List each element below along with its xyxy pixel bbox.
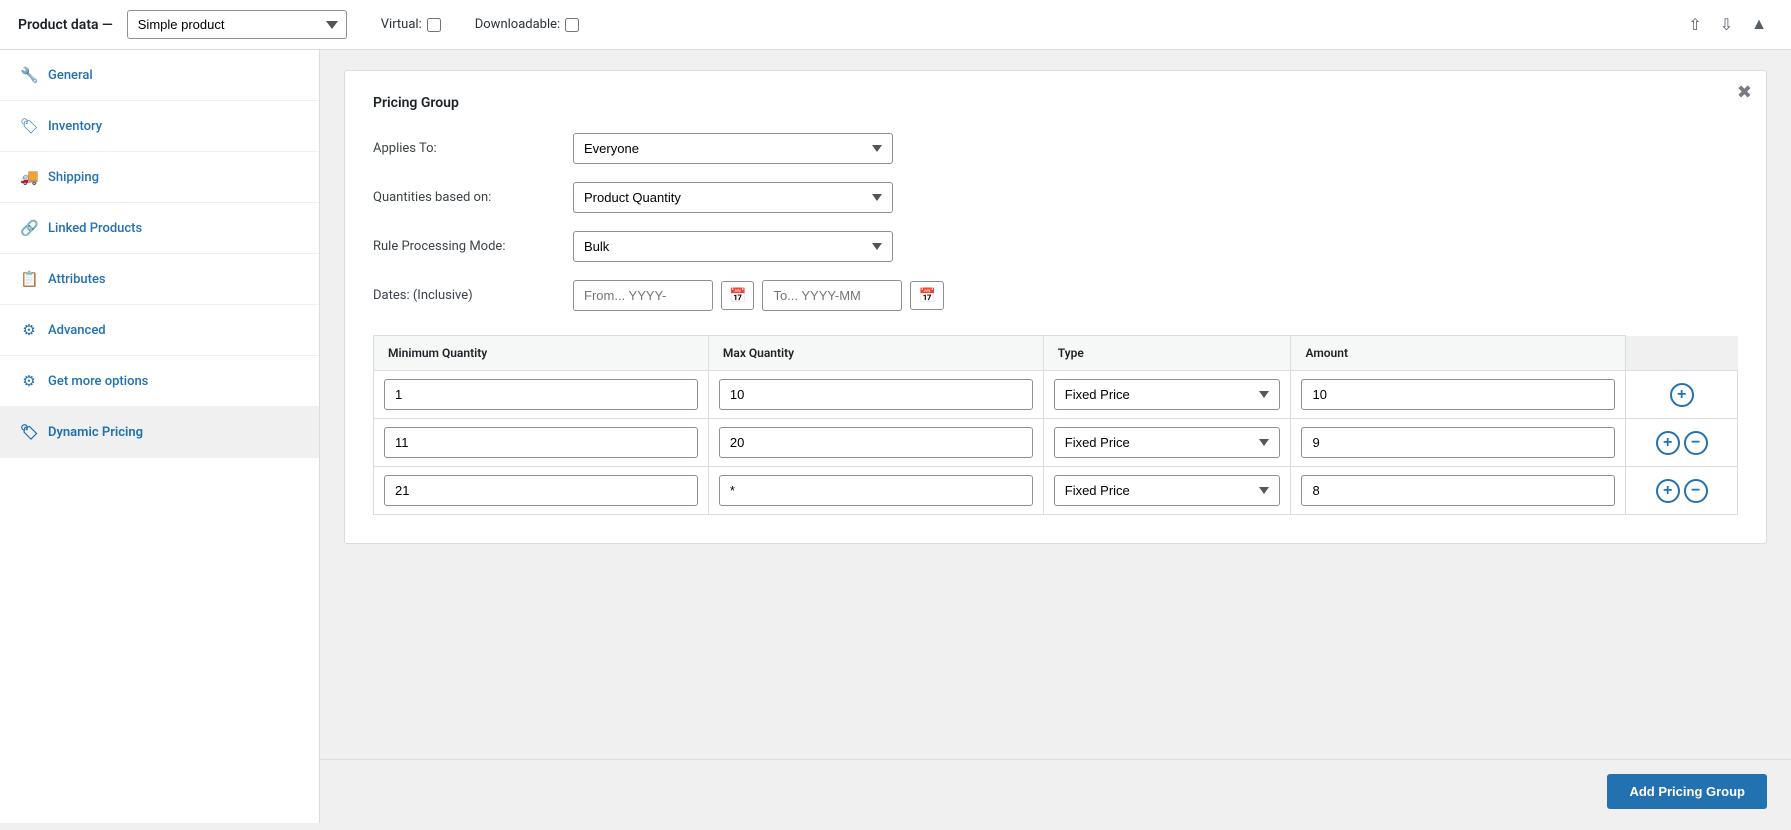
sidebar-label-linked-products: Linked Products: [48, 221, 142, 236]
add-row-button[interactable]: +: [1670, 383, 1694, 407]
row-actions: +−: [1636, 431, 1727, 455]
type-select[interactable]: Fixed PricePercentagePrice Adjustment: [1054, 475, 1281, 506]
row-actions: +: [1636, 383, 1727, 407]
applies-to-row: Applies To: Everyone Specific Roles Spec…: [373, 133, 1738, 164]
add-row-button[interactable]: +: [1656, 479, 1680, 503]
advanced-icon: ⚙: [20, 321, 38, 339]
downloadable-label: Downloadable:: [475, 17, 560, 32]
sidebar: 🔧 General 🏷 Inventory 🚚 Shipping 🔗 Linke…: [0, 50, 320, 823]
type-select[interactable]: Fixed PricePercentagePrice Adjustment: [1054, 427, 1281, 458]
remove-row-button[interactable]: −: [1684, 479, 1708, 503]
row-actions: +−: [1636, 479, 1727, 503]
arrow-down-button[interactable]: ⇩: [1714, 13, 1739, 37]
add-pricing-group-button[interactable]: Add Pricing Group: [1607, 774, 1767, 809]
quantities-select[interactable]: Product Quantity Cart Quantity: [573, 182, 893, 213]
col-type: Type: [1043, 336, 1291, 371]
sidebar-item-general[interactable]: 🔧 General: [0, 50, 319, 101]
col-actions: [1626, 336, 1738, 371]
bottom-bar: Add Pricing Group: [320, 759, 1791, 823]
link-icon: 🔗: [20, 219, 38, 237]
row-actions-cell: +−: [1626, 467, 1738, 515]
quantities-label: Quantities based on:: [373, 190, 573, 205]
pricing-group-card: Pricing Group ✖ Applies To: Everyone Spe…: [344, 70, 1767, 544]
add-row-button[interactable]: +: [1656, 431, 1680, 455]
amount-input[interactable]: [1301, 379, 1615, 410]
pricing-table: Minimum Quantity Max Quantity Type Amoun…: [373, 335, 1738, 515]
sidebar-item-dynamic-pricing[interactable]: 🏷 Dynamic Pricing: [0, 407, 319, 458]
rule-mode-row: Rule Processing Mode: Bulk Tiered: [373, 231, 1738, 262]
rule-mode-select[interactable]: Bulk Tiered: [573, 231, 893, 262]
sidebar-label-dynamic-pricing: Dynamic Pricing: [48, 425, 143, 440]
table-row: Fixed PricePercentagePrice Adjustment +−: [374, 419, 1738, 467]
sidebar-item-shipping[interactable]: 🚚 Shipping: [0, 152, 319, 203]
shipping-icon: 🚚: [20, 168, 38, 186]
options-icon: ⚙: [20, 372, 38, 390]
dynamic-pricing-icon: 🏷: [20, 423, 38, 441]
product-data-label: Product data —: [18, 17, 113, 33]
calendar-from-button[interactable]: 📅: [721, 281, 754, 310]
remove-row-button[interactable]: −: [1684, 431, 1708, 455]
product-data-header: Product data — Simple productVariable pr…: [0, 0, 1791, 50]
col-amount: Amount: [1291, 336, 1626, 371]
rule-mode-label: Rule Processing Mode:: [373, 239, 573, 254]
sidebar-label-advanced: Advanced: [48, 323, 106, 338]
virtual-checkbox[interactable]: [427, 18, 441, 32]
downloadable-checkbox[interactable]: [565, 18, 579, 32]
main-layout: 🔧 General 🏷 Inventory 🚚 Shipping 🔗 Linke…: [0, 50, 1791, 823]
close-pricing-group-button[interactable]: ✖: [1737, 83, 1752, 101]
dates-row: Dates: (Inclusive) 📅 📅: [373, 280, 1738, 311]
virtual-checkbox-group: Virtual:: [381, 17, 441, 32]
amount-input[interactable]: [1301, 427, 1615, 458]
applies-to-select[interactable]: Everyone Specific Roles Specific Users: [573, 133, 893, 164]
min-qty-input[interactable]: [384, 475, 698, 506]
sidebar-label-shipping: Shipping: [48, 170, 99, 185]
max-qty-input[interactable]: [719, 475, 1033, 506]
header-arrows: ⇧ ⇩ ▲: [1682, 13, 1773, 37]
wrench-icon: 🔧: [20, 66, 38, 84]
sidebar-item-inventory[interactable]: 🏷 Inventory: [0, 101, 319, 152]
dates-label: Dates: (Inclusive): [373, 288, 573, 303]
sidebar-label-attributes: Attributes: [48, 272, 106, 287]
date-from-input[interactable]: [573, 280, 713, 311]
quantities-row: Quantities based on: Product Quantity Ca…: [373, 182, 1738, 213]
row-actions-cell: +: [1626, 371, 1738, 419]
content-area: Pricing Group ✖ Applies To: Everyone Spe…: [320, 50, 1791, 759]
sidebar-item-linked-products[interactable]: 🔗 Linked Products: [0, 203, 319, 254]
max-qty-input[interactable]: [719, 427, 1033, 458]
pricing-group-title: Pricing Group: [373, 95, 1738, 111]
type-select[interactable]: Fixed PricePercentagePrice Adjustment: [1054, 379, 1281, 410]
col-max-qty: Max Quantity: [708, 336, 1043, 371]
table-row: Fixed PricePercentagePrice Adjustment +: [374, 371, 1738, 419]
min-qty-input[interactable]: [384, 379, 698, 410]
inventory-icon: 🏷: [20, 117, 38, 135]
row-actions-cell: +−: [1626, 419, 1738, 467]
date-to-input[interactable]: [762, 280, 902, 311]
sidebar-label-general: General: [48, 68, 93, 83]
dates-group: 📅 📅: [573, 280, 944, 311]
sidebar-item-advanced[interactable]: ⚙ Advanced: [0, 305, 319, 356]
calendar-to-button[interactable]: 📅: [910, 281, 943, 310]
sidebar-item-attributes[interactable]: 📋 Attributes: [0, 254, 319, 305]
amount-input[interactable]: [1301, 475, 1615, 506]
min-qty-input[interactable]: [384, 427, 698, 458]
sidebar-label-get-more-options: Get more options: [48, 374, 148, 389]
arrow-expand-button[interactable]: ▲: [1745, 13, 1773, 37]
product-type-select[interactable]: Simple productVariable productGrouped pr…: [127, 10, 347, 39]
arrow-up-button[interactable]: ⇧: [1682, 13, 1707, 37]
sidebar-label-inventory: Inventory: [48, 119, 102, 134]
max-qty-input[interactable]: [719, 379, 1033, 410]
sidebar-item-get-more-options[interactable]: ⚙ Get more options: [0, 356, 319, 407]
virtual-label: Virtual:: [381, 17, 422, 32]
applies-to-label: Applies To:: [373, 141, 573, 156]
attributes-icon: 📋: [20, 270, 38, 288]
col-min-qty: Minimum Quantity: [374, 336, 709, 371]
table-row: Fixed PricePercentagePrice Adjustment +−: [374, 467, 1738, 515]
downloadable-checkbox-group: Downloadable:: [475, 17, 579, 32]
